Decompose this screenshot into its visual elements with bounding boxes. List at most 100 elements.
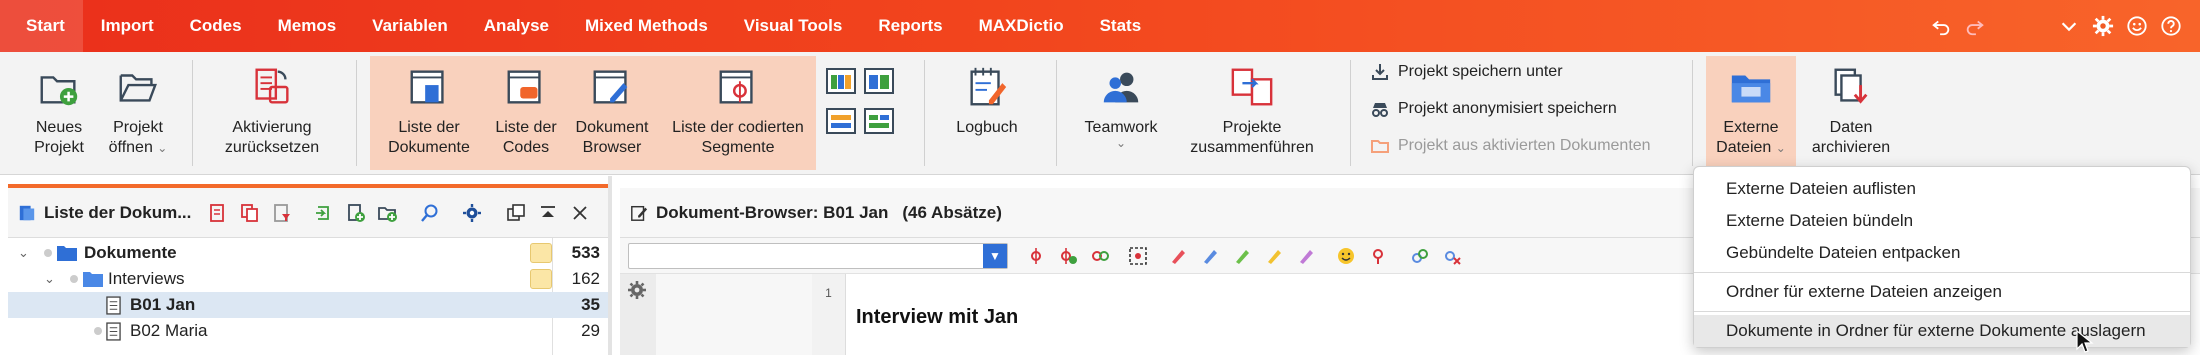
liste-der-dokumente-button[interactable]: Liste der Dokumente [382,56,476,170]
externe-dateien-dropdown: Externe Dateien auflisten Externe Dateie… [1693,166,2191,348]
menu-ordner-anzeigen[interactable]: Ordner für externe Dateien anzeigen [1694,276,2190,308]
document-text: Interview mit Jan [856,306,1019,328]
smiley-icon[interactable] [2120,0,2154,52]
document-icon [106,321,121,341]
link-icon[interactable] [1404,243,1436,269]
highlighter-red-icon[interactable] [1162,243,1194,269]
memo-icon[interactable] [530,243,552,263]
code-add-icon[interactable] [1052,243,1084,269]
paragraph-number: 1 [812,274,846,355]
document-browser-icon [585,56,639,118]
external-files-icon [1724,56,1778,118]
undock-icon[interactable] [503,200,529,226]
projekte-zusammenfuehren-button[interactable]: Projekte zusammenführen [1182,56,1322,170]
highlighter-blue-icon[interactable] [1194,243,1226,269]
close-icon[interactable] [567,200,593,226]
document-memo-icon[interactable] [205,200,231,226]
menu-separator [1694,272,2190,273]
code-list-icon [499,56,553,118]
gear-icon[interactable] [2086,0,2120,52]
highlighter-green-icon[interactable] [1226,243,1258,269]
document-list-header: Liste der Dokum... [8,188,608,238]
tree-row-b02-maria[interactable]: B02 Maria 29 [8,318,608,344]
menu-start[interactable]: Start [0,0,83,52]
search-icon[interactable] [417,200,443,226]
logbuch-button[interactable]: Logbuch [946,56,1028,170]
highlighter-purple-icon[interactable] [1290,243,1322,269]
code-multi-icon[interactable] [1084,243,1116,269]
menu-visual-tools[interactable]: Visual Tools [726,0,861,52]
redo-icon[interactable] [1958,0,1992,52]
projekt-aus-aktivierten-dokumenten-button[interactable]: Projekt aus aktivierten Dokumenten [1370,136,1651,156]
menu-variablen[interactable]: Variablen [354,0,466,52]
merge-projects-icon [1225,56,1279,118]
activate-icon[interactable] [311,200,337,226]
menu-import[interactable]: Import [83,0,172,52]
code-select-combobox[interactable]: ▼ [628,242,1008,269]
new-document-icon[interactable] [343,200,369,226]
gutter-settings-icon[interactable] [627,280,647,300]
anonymous-icon [1372,103,1388,117]
logbook-icon [960,56,1014,118]
collapse-up-icon[interactable] [535,200,561,226]
folder-icon [57,246,77,261]
projekt-speichern-unter-button[interactable]: Projekt speichern unter [1370,62,1563,82]
symbol-code-icon[interactable] [1362,243,1394,269]
menu-bar: Start Import Codes Memos Variablen Analy… [0,0,2200,52]
projekt-oeffnen-button[interactable]: Projekt öffnen ⌄ [98,56,178,170]
projekt-anonymisiert-speichern-button[interactable]: Projekt anonymisiert speichern [1370,99,1617,119]
dokument-browser-button[interactable]: Dokument Browser [570,56,654,170]
settings-gear-icon[interactable] [459,200,485,226]
select-area-icon[interactable] [1122,243,1154,269]
document-list-panel: Liste der Dokum... ⌄ Dokumente 533 ⌄ Int… [0,176,612,355]
document-copy-icon[interactable] [237,200,263,226]
chevron-down-icon[interactable] [2052,0,2086,52]
mouse-cursor-icon [2076,330,2094,353]
menu-maxdictio[interactable]: MAXDictio [961,0,1082,52]
menu-externe-dateien-buendeln[interactable]: Externe Dateien bündeln [1694,205,2190,237]
new-folder-icon[interactable] [375,200,401,226]
liste-der-codes-button[interactable]: Liste der Codes [490,56,562,170]
unlink-icon[interactable] [1436,243,1468,269]
new-project-icon [32,56,86,118]
folder-icon [1371,140,1389,153]
menu-gebuendelte-dateien-entpacken[interactable]: Gebündelte Dateien entpacken [1694,237,2190,269]
teamwork-button[interactable]: Teamwork ⌄ [1078,56,1164,170]
layout-icon-1[interactable] [826,68,856,94]
externe-dateien-button[interactable]: Externe Dateien ⌄ [1708,56,1794,170]
menu-mixed-methods[interactable]: Mixed Methods [567,0,726,52]
open-folder-icon [111,56,165,118]
layout-icon-3[interactable] [826,108,856,134]
help-icon[interactable] [2154,0,2188,52]
memo-icon[interactable] [530,269,552,289]
document-browser-icon [631,205,648,221]
liste-codierte-segmente-button[interactable]: Liste der codierten Segmente [664,56,812,170]
menu-externe-dateien-auflisten[interactable]: Externe Dateien auflisten [1694,173,2190,205]
tree-row-b01-jan[interactable]: B01 Jan 35 [8,292,608,318]
aktivierung-zuruecksetzen-button[interactable]: Aktivierung zurücksetzen [214,56,330,170]
expand-chevron-icon[interactable]: ⌄ [44,271,55,287]
emoticon-icon[interactable] [1330,243,1362,269]
filter-icon[interactable] [269,200,295,226]
code-marker-icon[interactable] [1020,243,1052,269]
menu-codes[interactable]: Codes [172,0,260,52]
tree-row-dokumente[interactable]: ⌄ Dokumente 533 [8,240,608,266]
layout-icon-2[interactable] [864,68,894,94]
tree-row-interviews[interactable]: ⌄ Interviews 162 [8,266,608,292]
menu-stats[interactable]: Stats [1082,0,1160,52]
highlighter-yellow-icon[interactable] [1258,243,1290,269]
neues-projekt-button[interactable]: Neues Projekt [18,56,100,170]
daten-archivieren-button[interactable]: Daten archivieren [1808,56,1894,170]
document-browser-title: Dokument-Browser: B01 Jan [656,202,889,222]
expand-chevron-icon[interactable]: ⌄ [18,245,29,261]
menu-memos[interactable]: Memos [260,0,355,52]
menu-analyse[interactable]: Analyse [466,0,567,52]
combobox-arrow-icon[interactable]: ▼ [983,243,1007,268]
menu-reports[interactable]: Reports [860,0,960,52]
ribbon-toolbar: Neues Projekt Projekt öffnen ⌄ Aktivieru… [0,52,2200,175]
layout-icon-4[interactable] [864,108,894,134]
archive-data-icon [1824,56,1878,118]
menu-dokumente-auslagern[interactable]: Dokumente in Ordner für externe Dokument… [1694,315,2190,347]
undo-icon[interactable] [1924,0,1958,52]
teamwork-icon [1094,56,1148,118]
